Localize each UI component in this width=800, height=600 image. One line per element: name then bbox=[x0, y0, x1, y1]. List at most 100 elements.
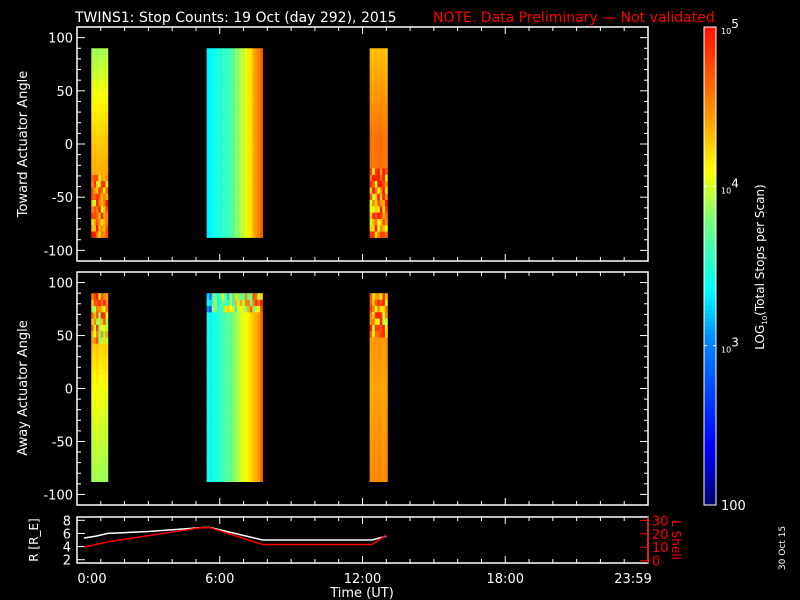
heatmap-cell bbox=[234, 431, 238, 439]
heatmap-cell bbox=[224, 60, 228, 68]
heatmap-cell bbox=[224, 343, 228, 351]
heatmap-cell bbox=[91, 475, 94, 482]
heatmap-cell bbox=[384, 86, 388, 93]
heatmap-cell bbox=[249, 475, 253, 482]
heatmap-cell bbox=[103, 60, 106, 68]
heatmap-cell bbox=[224, 412, 228, 420]
heatmap-cell bbox=[224, 187, 228, 194]
heatmap-cell bbox=[103, 412, 106, 420]
heatmap-cell bbox=[244, 111, 248, 118]
heatmap-cell bbox=[93, 356, 97, 363]
heatmap-cell bbox=[219, 412, 223, 420]
heatmap-cell bbox=[379, 374, 383, 382]
heatmap-cell bbox=[229, 111, 233, 118]
heatmap-cell bbox=[227, 155, 230, 163]
heatmap-cell bbox=[229, 387, 233, 395]
heatmap-cell bbox=[254, 425, 258, 432]
heatmap-cell bbox=[91, 305, 94, 313]
heatmap-cell bbox=[237, 161, 240, 169]
heatmap-cell bbox=[209, 450, 213, 457]
heatmap-cell bbox=[96, 418, 99, 426]
heatmap-cell bbox=[249, 67, 253, 74]
heatmap-cell bbox=[247, 161, 251, 169]
heatmap-cell bbox=[234, 155, 238, 163]
heatmap-cell bbox=[100, 393, 104, 401]
heatmap-cell bbox=[249, 79, 253, 87]
heatmap-cell bbox=[214, 425, 218, 432]
heatmap-cell bbox=[93, 79, 97, 87]
heatmap-cell bbox=[249, 124, 253, 131]
heatmap-cell bbox=[239, 60, 243, 68]
heatmap-cell bbox=[96, 111, 99, 118]
heatmap-cell bbox=[221, 92, 225, 100]
heatmap-cell bbox=[93, 475, 97, 482]
heatmap-cell bbox=[206, 168, 210, 175]
heatmap-cell bbox=[219, 475, 223, 482]
heatmap-cell bbox=[254, 86, 258, 93]
colorbar-swatch bbox=[704, 325, 716, 331]
heatmap-cell bbox=[254, 356, 258, 363]
heatmap-cell bbox=[103, 324, 106, 332]
heatmap-cell bbox=[384, 324, 388, 332]
heatmap-cell bbox=[374, 349, 378, 357]
heatmap-cell bbox=[239, 136, 243, 144]
heatmap-cell bbox=[234, 105, 238, 112]
heatmap-cell bbox=[224, 224, 228, 232]
colorbar-swatch bbox=[704, 405, 716, 410]
heatmap-cell bbox=[91, 142, 94, 150]
heatmap-cell bbox=[232, 437, 235, 445]
heatmap-cell bbox=[91, 462, 94, 470]
heatmap-cell bbox=[206, 130, 210, 137]
heatmap-cell bbox=[93, 343, 97, 351]
heatmap-cell bbox=[237, 462, 240, 470]
heatmap-cell bbox=[377, 444, 381, 451]
heatmap-cell bbox=[98, 174, 102, 182]
heatmap-cell bbox=[227, 406, 230, 413]
heatmap-cell bbox=[384, 54, 388, 62]
heatmap-cell bbox=[252, 187, 256, 194]
colorbar-swatch bbox=[704, 258, 716, 263]
heatmap-cell bbox=[229, 130, 233, 137]
heatmap-cell bbox=[209, 168, 213, 175]
heatmap-cell bbox=[234, 425, 238, 432]
heatmap-cell bbox=[254, 54, 258, 62]
heatmap-cell bbox=[249, 381, 253, 388]
heatmap-cell bbox=[254, 431, 258, 439]
heatmap-cell bbox=[229, 161, 233, 169]
heatmap-cell bbox=[377, 187, 381, 194]
heatmap-cell bbox=[369, 117, 373, 125]
heatmap-cell bbox=[93, 368, 97, 376]
heatmap-cell bbox=[227, 180, 230, 188]
heatmap-cell bbox=[372, 124, 376, 131]
heatmap-cell bbox=[98, 124, 102, 131]
heatmap-cell bbox=[105, 73, 109, 81]
heatmap-cell bbox=[98, 469, 102, 476]
heatmap-cell bbox=[237, 330, 240, 338]
heatmap-cell bbox=[98, 117, 102, 125]
heatmap-cell bbox=[382, 79, 386, 87]
heatmap-cell bbox=[105, 362, 109, 369]
heatmap-cell bbox=[247, 92, 251, 100]
heatmap-cell bbox=[232, 117, 235, 125]
heatmap-cell bbox=[100, 193, 104, 201]
heatmap-cell bbox=[98, 381, 102, 388]
heatmap-cell bbox=[206, 136, 210, 144]
heatmap-cell bbox=[91, 149, 94, 156]
heatmap-cell bbox=[229, 418, 233, 426]
heatmap-cell bbox=[93, 374, 97, 382]
heatmap-cell bbox=[242, 54, 246, 62]
heatmap-cell bbox=[382, 231, 386, 238]
heatmap-cell bbox=[239, 425, 243, 432]
heatmap-cell bbox=[384, 48, 388, 55]
heatmap-cell bbox=[103, 48, 106, 55]
heatmap-cell bbox=[249, 98, 253, 106]
heatmap-cell bbox=[105, 60, 109, 68]
heatmap-cell bbox=[244, 368, 248, 376]
heatmap-cell bbox=[237, 224, 240, 232]
heatmap-cell bbox=[219, 130, 223, 137]
heatmap-cell bbox=[211, 324, 215, 332]
heatmap-cell bbox=[232, 79, 235, 87]
heatmap-cell bbox=[244, 431, 248, 439]
heatmap-cell bbox=[219, 462, 223, 470]
heatmap-cell bbox=[377, 469, 381, 476]
